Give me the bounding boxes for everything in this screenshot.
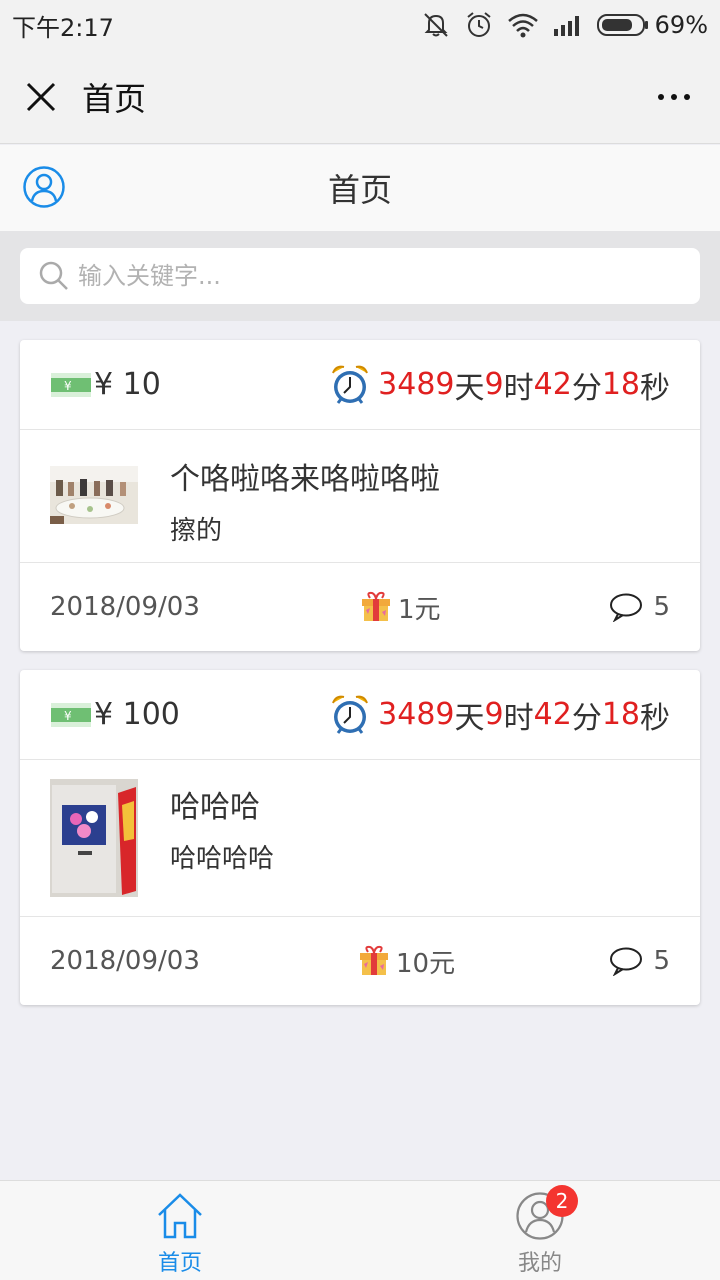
search-section bbox=[0, 231, 720, 321]
card-header: ¥ ¥ 100 3489 天 9 时 42 分 18 秒 bbox=[20, 670, 700, 760]
task-thumbnail bbox=[50, 466, 138, 524]
status-bar: 下午2:17 69% bbox=[0, 0, 720, 50]
search-icon bbox=[39, 261, 68, 290]
battery-percent: 69% bbox=[654, 11, 708, 39]
task-card[interactable]: ¥ ¥ 10 3489 天 9 时 42 分 18 秒 个咯啦咯来咯啦咯啦 擦的… bbox=[20, 340, 700, 651]
gift-icon bbox=[362, 591, 390, 621]
amount-text: ¥ 100 bbox=[94, 697, 180, 732]
countdown-days: 3489 bbox=[378, 697, 455, 732]
alarm-icon bbox=[467, 12, 491, 37]
svg-text:¥: ¥ bbox=[64, 379, 72, 393]
page-title: 首页 bbox=[327, 171, 392, 209]
card-footer: 2018/09/03 10元 5 bbox=[20, 917, 700, 1005]
comment-count[interactable]: 5 bbox=[609, 946, 670, 976]
countdown-hours-unit: 时 bbox=[503, 370, 534, 406]
close-button[interactable] bbox=[24, 80, 58, 114]
reward-info: 10元 bbox=[358, 943, 455, 980]
comment-bubble-icon bbox=[610, 593, 643, 622]
reward-amount: ¥ ¥ 100 bbox=[50, 697, 180, 732]
countdown-hours: 9 bbox=[484, 367, 504, 402]
countdown-minutes-unit: 分 bbox=[571, 370, 602, 406]
close-icon bbox=[26, 82, 56, 111]
tab-bar: 首页 2 我的 bbox=[0, 1180, 720, 1280]
task-title: 哈哈哈 bbox=[170, 790, 260, 825]
tab-home-label: 首页 bbox=[157, 1251, 202, 1276]
gift-icon bbox=[360, 945, 388, 975]
countdown-seconds: 18 bbox=[601, 697, 640, 732]
task-subtitle: 擦的 bbox=[170, 516, 223, 546]
comment-bubble-icon bbox=[610, 947, 643, 976]
task-subtitle: 哈哈哈哈 bbox=[170, 844, 275, 874]
countdown-days-unit: 天 bbox=[454, 370, 485, 406]
task-card[interactable]: ¥ ¥ 100 3489 天 9 时 42 分 18 秒 哈哈哈 哈哈哈哈 20… bbox=[20, 670, 700, 1005]
reward-amount: ¥ ¥ 10 bbox=[50, 367, 161, 402]
amount-text: ¥ 10 bbox=[94, 367, 161, 402]
countdown-minutes: 42 bbox=[533, 367, 572, 402]
countdown-minutes: 42 bbox=[533, 697, 572, 732]
task-texts: 个咯啦咯来咯啦咯啦 擦的 bbox=[170, 430, 440, 562]
reward-text: 10元 bbox=[396, 948, 456, 979]
notification-badge: 2 bbox=[546, 1185, 578, 1217]
wifi-icon bbox=[507, 13, 538, 38]
alarm-clock-icon bbox=[332, 695, 369, 734]
more-dot-icon bbox=[671, 93, 677, 100]
more-dot-icon bbox=[684, 93, 690, 100]
tab-home[interactable]: 首页 bbox=[0, 1181, 360, 1280]
mute-icon bbox=[423, 13, 448, 37]
search-input[interactable] bbox=[78, 262, 638, 290]
card-body: 个咯啦咯来咯啦咯啦 擦的 bbox=[20, 430, 700, 563]
signal-icon bbox=[553, 16, 579, 36]
countdown-minutes-unit: 分 bbox=[571, 700, 602, 736]
card-footer: 2018/09/03 1元 5 bbox=[20, 563, 700, 651]
svg-text:¥: ¥ bbox=[64, 709, 72, 723]
countdown: 3489 天 9 时 42 分 18 秒 bbox=[330, 693, 670, 737]
countdown: 3489 天 9 时 42 分 18 秒 bbox=[330, 363, 670, 407]
nav-bar: 首页 bbox=[0, 50, 720, 144]
status-icons: 69% bbox=[421, 10, 708, 40]
status-time: 下午2:17 bbox=[12, 13, 114, 42]
countdown-days-unit: 天 bbox=[454, 700, 485, 736]
more-menu-button[interactable] bbox=[658, 93, 696, 100]
tab-mine-label: 我的 bbox=[517, 1251, 562, 1276]
nav-title: 首页 bbox=[82, 79, 147, 118]
comment-number: 5 bbox=[653, 946, 670, 976]
countdown-seconds-unit: 秒 bbox=[640, 700, 670, 736]
card-header: ¥ ¥ 10 3489 天 9 时 42 分 18 秒 bbox=[20, 340, 700, 430]
more-dot-icon bbox=[658, 93, 664, 100]
countdown-hours-unit: 时 bbox=[503, 700, 534, 736]
task-texts: 哈哈哈 哈哈哈哈 bbox=[170, 760, 274, 916]
card-body: 哈哈哈 哈哈哈哈 bbox=[20, 760, 700, 917]
home-icon bbox=[158, 1193, 202, 1239]
money-bill-icon: ¥ bbox=[51, 702, 91, 727]
search-bar[interactable] bbox=[20, 248, 700, 304]
reward-text: 1元 bbox=[398, 594, 441, 625]
task-thumbnail bbox=[50, 779, 138, 897]
page-header: 首页 bbox=[0, 145, 720, 231]
money-bill-icon: ¥ bbox=[51, 372, 91, 397]
battery-icon bbox=[596, 14, 648, 36]
alarm-clock-icon bbox=[332, 365, 369, 404]
countdown-seconds: 18 bbox=[601, 367, 640, 402]
battery-indicator: 69% bbox=[596, 11, 708, 39]
comment-count[interactable]: 5 bbox=[609, 592, 670, 622]
task-title: 个咯啦咯来咯啦咯啦 bbox=[170, 462, 440, 497]
comment-number: 5 bbox=[653, 592, 670, 622]
task-date: 2018/09/03 bbox=[50, 946, 200, 976]
countdown-hours: 9 bbox=[484, 697, 504, 732]
countdown-days: 3489 bbox=[378, 367, 455, 402]
user-profile-icon[interactable] bbox=[22, 165, 66, 209]
task-date: 2018/09/03 bbox=[50, 592, 200, 622]
reward-info: 1元 bbox=[360, 589, 441, 626]
tab-mine[interactable]: 2 我的 bbox=[360, 1181, 720, 1280]
countdown-seconds-unit: 秒 bbox=[640, 370, 670, 406]
